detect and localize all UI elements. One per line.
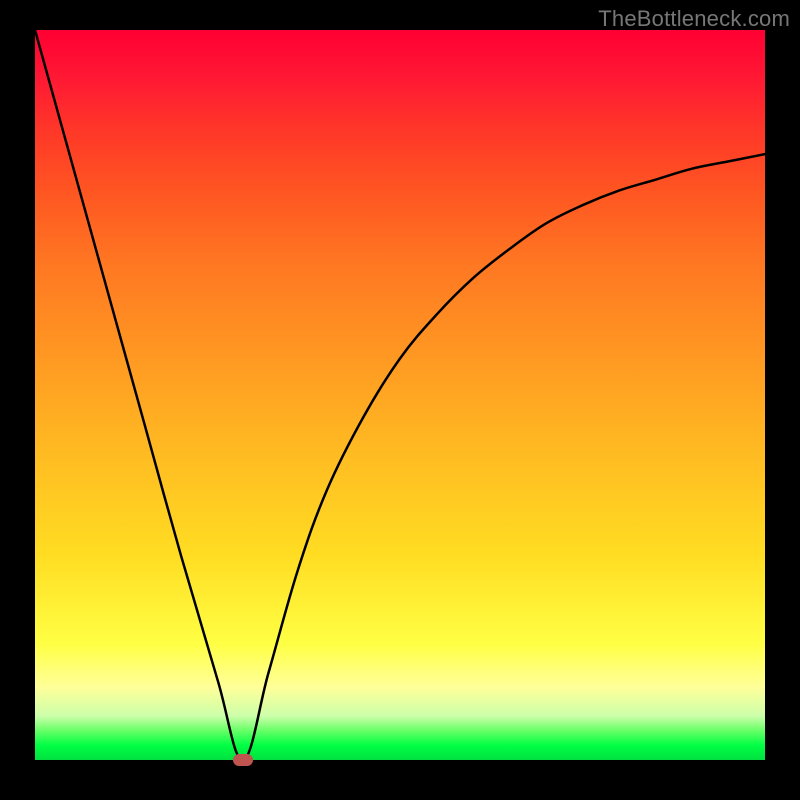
min-marker [233, 754, 253, 766]
curve-svg [35, 30, 765, 760]
watermark-text: TheBottleneck.com [598, 6, 790, 32]
plot-area [35, 30, 765, 760]
chart-frame: TheBottleneck.com [0, 0, 800, 800]
bottleneck-curve [35, 30, 765, 760]
